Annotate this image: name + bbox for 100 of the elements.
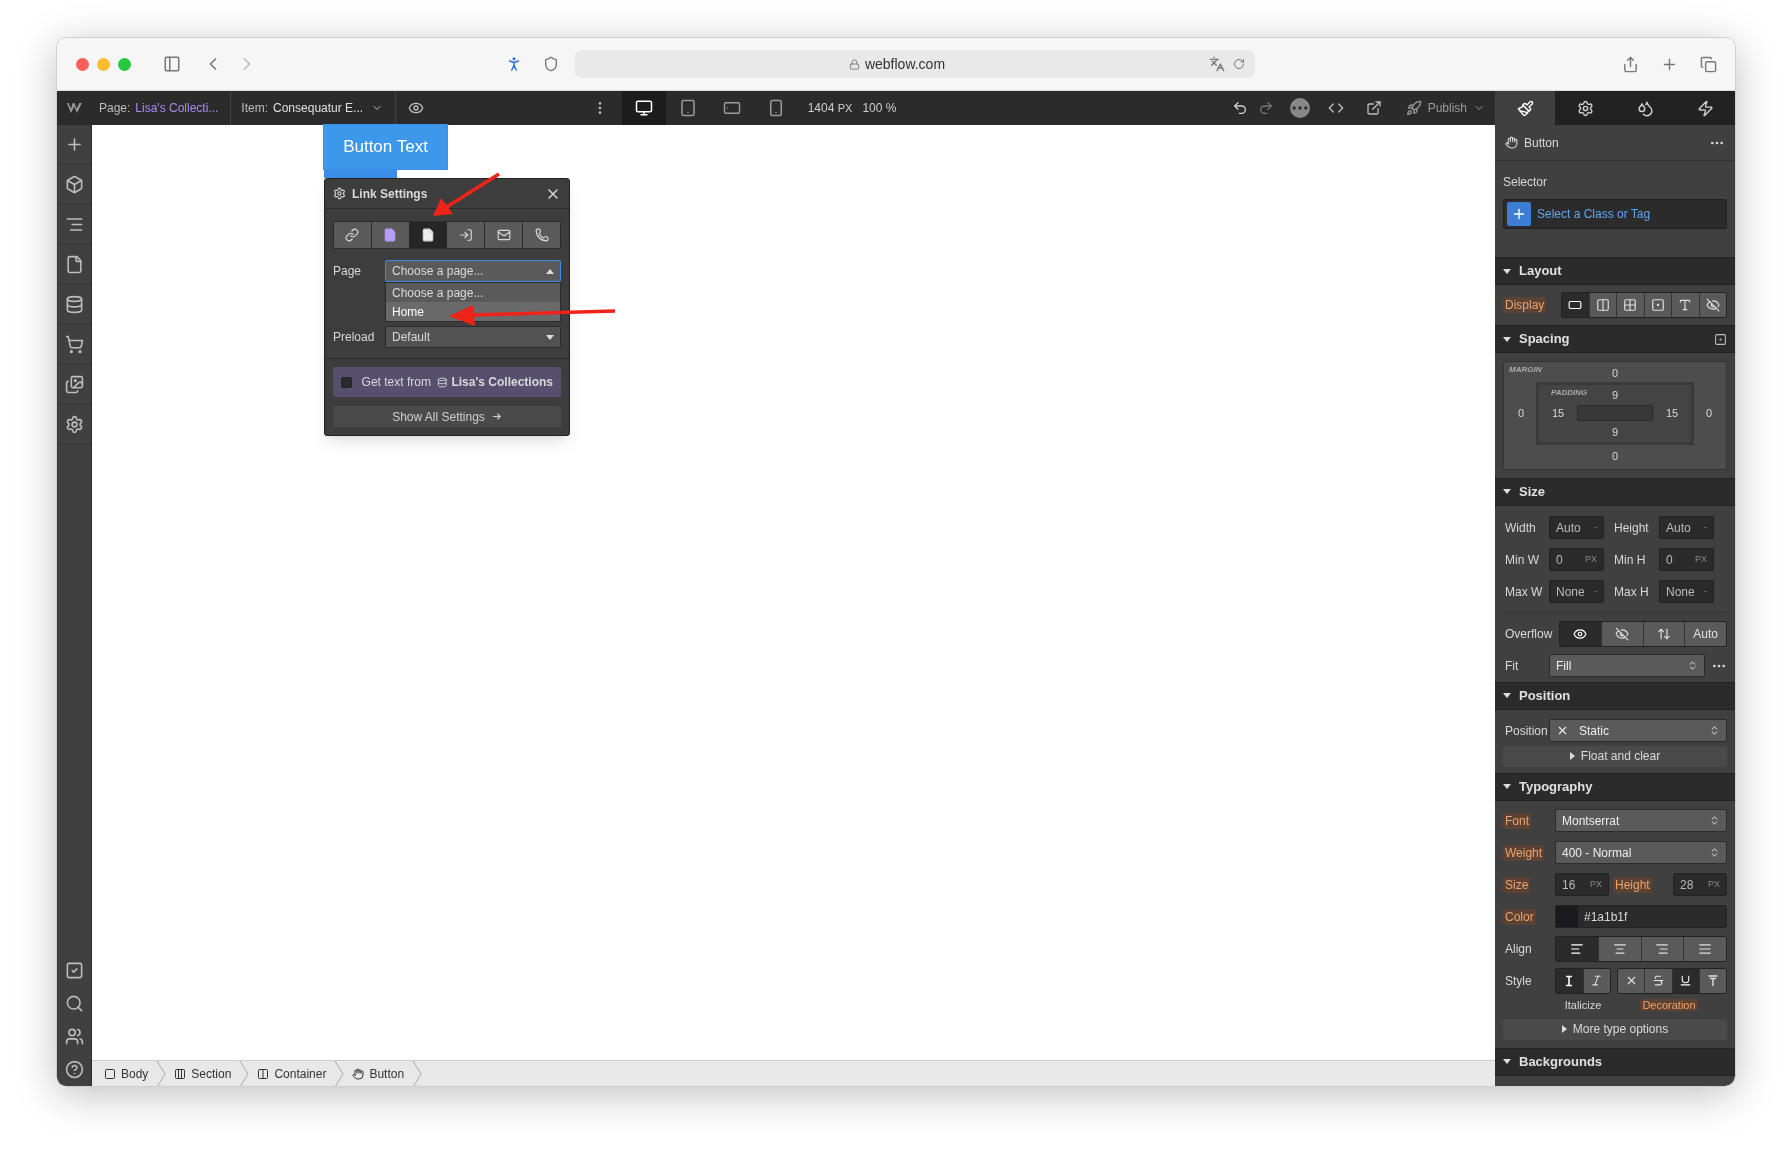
number-field[interactable]: None - bbox=[1659, 580, 1714, 603]
select-field[interactable]: Static bbox=[1549, 719, 1727, 742]
checkbox-icon[interactable] bbox=[64, 961, 84, 980]
segment-button[interactable] bbox=[1583, 968, 1610, 993]
segment-button[interactable] bbox=[1641, 936, 1685, 961]
number-field[interactable]: 16 PX bbox=[1555, 873, 1609, 896]
segment-button[interactable] bbox=[1644, 293, 1672, 317]
breadcrumb[interactable]: Section bbox=[172, 1061, 234, 1086]
number-field[interactable]: 0 PX bbox=[1549, 548, 1604, 571]
images-icon[interactable] bbox=[64, 375, 84, 394]
breadcrumb[interactable]: Body bbox=[102, 1061, 151, 1086]
padding-value[interactable]: 15 bbox=[1551, 407, 1565, 419]
page-name[interactable]: Lisa's Collecti... bbox=[135, 99, 219, 117]
collapse-triangle-icon[interactable] bbox=[1503, 336, 1511, 342]
export-icon[interactable] bbox=[1365, 100, 1382, 116]
segment-button[interactable] bbox=[1643, 622, 1686, 646]
margin-value[interactable]: 0 bbox=[1705, 407, 1713, 419]
preload-select[interactable]: Default bbox=[385, 326, 561, 348]
segment-button[interactable] bbox=[1598, 936, 1642, 961]
collapse-triangle-icon[interactable] bbox=[1503, 1059, 1511, 1064]
number-field[interactable]: 0 PX bbox=[1659, 548, 1714, 571]
undo-icon[interactable] bbox=[1231, 100, 1248, 116]
section-title[interactable]: Spacing bbox=[1519, 329, 1570, 349]
segment-button[interactable] bbox=[1562, 293, 1590, 317]
section-title[interactable]: Layout bbox=[1519, 261, 1562, 281]
segment-button[interactable] bbox=[1560, 622, 1602, 646]
shield-icon[interactable] bbox=[543, 56, 559, 72]
field-label: Max H bbox=[1613, 583, 1650, 600]
padding-value[interactable]: 9 bbox=[1611, 389, 1619, 401]
segment-button[interactable] bbox=[1618, 968, 1646, 993]
show-all-settings-button[interactable]: Show All Settings bbox=[333, 406, 561, 427]
help-icon[interactable] bbox=[64, 1060, 84, 1079]
segment-button[interactable] bbox=[1699, 293, 1726, 317]
breadcrumb[interactable]: Container bbox=[255, 1061, 329, 1086]
number-field[interactable]: None - bbox=[1549, 580, 1604, 603]
collapse-triangle-icon[interactable] bbox=[1503, 489, 1511, 494]
float-and-clear-button[interactable]: Float and clear bbox=[1503, 745, 1727, 767]
collapse-triangle-icon[interactable] bbox=[1503, 268, 1511, 274]
link-type-button[interactable] bbox=[371, 222, 410, 248]
segment-button[interactable] bbox=[1699, 968, 1726, 993]
padding-value[interactable]: 15 bbox=[1665, 407, 1679, 419]
link-type-button[interactable] bbox=[334, 222, 372, 248]
color-swatch[interactable] bbox=[1556, 906, 1578, 927]
color-field[interactable]: #1a1b1f bbox=[1555, 905, 1727, 928]
more-type-options-button[interactable]: More type options bbox=[1503, 1018, 1727, 1040]
link-type-button[interactable] bbox=[409, 222, 448, 248]
number-field[interactable]: Auto - bbox=[1659, 516, 1714, 539]
collapse-triangle-icon[interactable] bbox=[1503, 784, 1511, 789]
box-icon bbox=[104, 1067, 116, 1080]
redo-icon[interactable] bbox=[1257, 100, 1274, 116]
section-title[interactable]: Size bbox=[1519, 481, 1545, 502]
sidebar-icon[interactable] bbox=[163, 55, 181, 73]
panel-tab[interactable] bbox=[1555, 91, 1615, 125]
cart-icon[interactable] bbox=[64, 335, 84, 354]
selector-field[interactable]: Select a Class or Tag bbox=[1503, 199, 1727, 229]
eye-icon[interactable] bbox=[408, 100, 425, 116]
cube-icon[interactable] bbox=[64, 175, 84, 194]
margin-value[interactable]: 0 bbox=[1517, 407, 1525, 419]
search-icon[interactable] bbox=[64, 994, 84, 1013]
tabs-icon[interactable] bbox=[1700, 55, 1717, 73]
segment-button[interactable]: Auto bbox=[1685, 622, 1726, 646]
section-title[interactable]: Position bbox=[1519, 685, 1571, 706]
page-select[interactable]: Choose a page... bbox=[385, 260, 561, 282]
padding-value[interactable]: 9 bbox=[1611, 425, 1619, 438]
segment-button[interactable] bbox=[1556, 968, 1584, 993]
number-field[interactable]: 28 PX bbox=[1673, 873, 1727, 896]
code-icon[interactable] bbox=[1327, 100, 1344, 116]
breadcrumb[interactable]: Button bbox=[350, 1061, 407, 1086]
page-option[interactable]: Choose a page... bbox=[386, 283, 560, 302]
address-bar[interactable]: webflow.com bbox=[575, 50, 1255, 78]
collapse-triangle-icon[interactable] bbox=[1503, 693, 1511, 698]
segment-button[interactable] bbox=[1601, 622, 1644, 646]
select-field[interactable]: 400 - Normal bbox=[1555, 841, 1727, 864]
reload-icon[interactable] bbox=[1233, 58, 1245, 70]
margin-value[interactable]: 0 bbox=[1611, 367, 1619, 379]
database-icon[interactable] bbox=[64, 295, 84, 314]
translate-icon[interactable] bbox=[1209, 56, 1225, 72]
segment-button[interactable] bbox=[1672, 968, 1700, 993]
segment-button[interactable] bbox=[1645, 968, 1673, 993]
checkbox[interactable] bbox=[341, 376, 352, 388]
settings-icon[interactable] bbox=[64, 415, 84, 434]
number-field[interactable]: Auto - bbox=[1549, 516, 1604, 539]
breakpoint-button[interactable] bbox=[621, 91, 666, 125]
segment-button[interactable] bbox=[1617, 293, 1645, 317]
item-name[interactable]: Consequatur E... bbox=[273, 99, 364, 117]
link-type-button[interactable] bbox=[447, 222, 486, 248]
publish-button[interactable]: Publish bbox=[1405, 99, 1485, 117]
margin-value[interactable]: 0 bbox=[1611, 449, 1619, 462]
page-icon[interactable] bbox=[64, 255, 84, 274]
lines-icon[interactable] bbox=[64, 215, 84, 234]
select-field[interactable]: Montserrat bbox=[1555, 809, 1727, 832]
link-type-button[interactable] bbox=[485, 222, 524, 248]
select-field[interactable]: Fill bbox=[1549, 654, 1705, 677]
segment-button[interactable] bbox=[1684, 936, 1726, 961]
people-icon[interactable] bbox=[64, 1027, 84, 1046]
panel-tab[interactable] bbox=[1495, 91, 1555, 125]
share-icon[interactable] bbox=[1622, 55, 1639, 73]
segment-button[interactable] bbox=[1672, 293, 1700, 317]
segment-button[interactable] bbox=[1589, 293, 1617, 317]
panel-tab[interactable] bbox=[1675, 91, 1735, 125]
